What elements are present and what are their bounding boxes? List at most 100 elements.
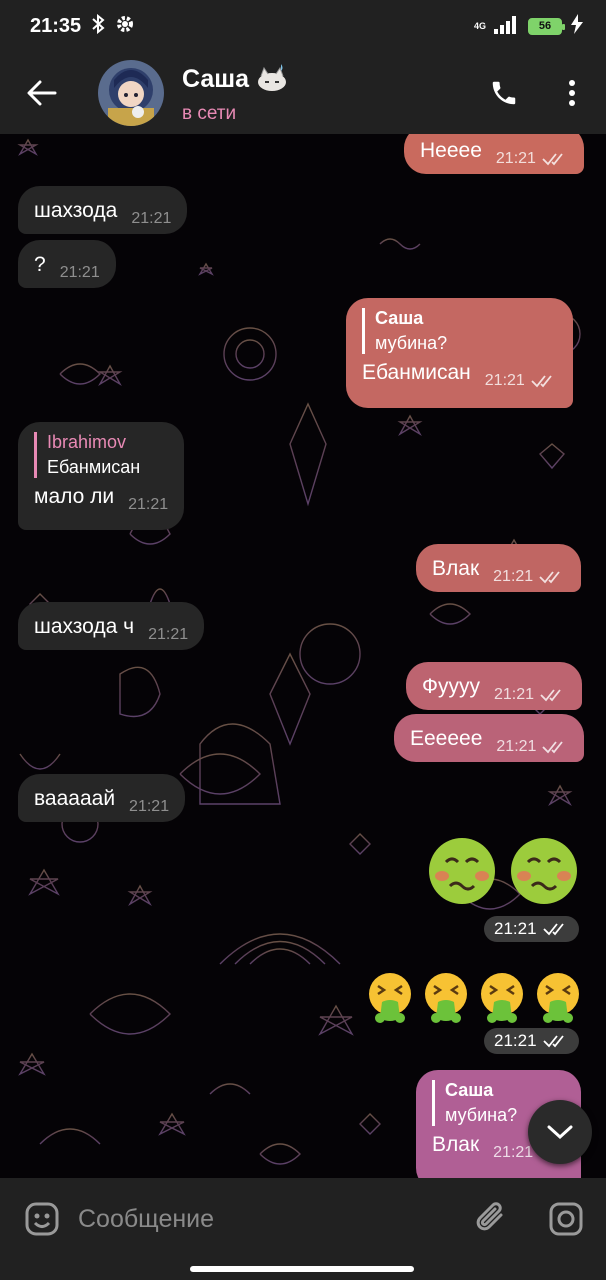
message-incoming[interactable]: шахзода 21:21	[18, 186, 188, 234]
message-meta: 21:21	[485, 372, 557, 390]
message-text: Ееееее	[410, 727, 483, 750]
chat-status: в сети	[182, 102, 237, 124]
message-time: 21:21	[131, 210, 172, 227]
bluetooth-icon	[91, 13, 105, 39]
double-check-icon	[531, 375, 552, 388]
message-composer: Сообщение	[0, 1178, 606, 1280]
chat-header: Саша в сети	[0, 52, 606, 134]
status-left: 21:35	[30, 13, 135, 39]
reply-author: Ibrahimov	[47, 432, 127, 452]
phone-icon	[492, 81, 516, 105]
message-meta: 21:21	[496, 738, 568, 756]
chevron-down-icon	[547, 1125, 573, 1140]
emoji-time-pill: 21:21	[484, 916, 579, 942]
emoji-message-vomiting[interactable]: 🤮🤮🤮🤮	[366, 970, 586, 1026]
message-time: 21:21	[59, 264, 100, 281]
arrow-left-icon	[27, 80, 57, 106]
reply-quote[interactable]: Саша мубина?	[432, 1080, 517, 1126]
message-outgoing[interactable]: Ееееее 21:21	[394, 714, 585, 762]
reply-author: Саша	[445, 1080, 494, 1100]
message-outgoing[interactable]: Фуууу 21:21	[406, 662, 583, 710]
message-text: вааааай	[34, 787, 116, 810]
scroll-to-bottom-button[interactable]	[528, 1100, 592, 1164]
reply-quote[interactable]: Саша мубина?	[362, 308, 447, 354]
camera-button[interactable]	[544, 1197, 588, 1241]
double-check-icon	[542, 1035, 564, 1048]
message-time: 21:21	[494, 919, 537, 938]
reply-text: Ебанмисан	[47, 457, 141, 477]
message-text: шахзода ч	[34, 615, 135, 638]
chat-title-block[interactable]: Саша в сети	[182, 62, 289, 125]
message-meta: 21:21	[496, 150, 568, 168]
message-time: 21:21	[129, 798, 170, 815]
emoji-time-pill: 21:21	[484, 1028, 579, 1054]
charging-icon	[570, 13, 584, 39]
settings-gear-icon	[115, 14, 135, 39]
message-incoming[interactable]: ? 21:21	[18, 240, 116, 288]
reply-quote[interactable]: Ibrahimov Ебанмисан	[34, 432, 140, 478]
double-check-icon	[542, 923, 564, 936]
message-time: 21:21	[493, 1144, 534, 1161]
message-outgoing[interactable]: Неeee 21:21	[404, 134, 584, 174]
chat-area[interactable]: Неeee 21:21 шахзода 21:21 ? 21:21 Саша м…	[0, 134, 606, 1178]
double-check-icon	[542, 153, 563, 166]
emoji-message-nauseated[interactable]: 🤢🤢	[424, 834, 584, 908]
message-time: 21:21	[484, 372, 525, 389]
reply-author: Саша	[375, 308, 424, 328]
message-incoming[interactable]: шахзода ч 21:21	[18, 602, 205, 650]
more-vert-icon	[569, 80, 575, 106]
message-text: Неeee	[420, 139, 482, 162]
message-time: 21:21	[494, 1031, 537, 1050]
signal-icon	[494, 14, 520, 39]
message-text: шахзода	[34, 199, 118, 222]
status-bar: 21:35 4G 56	[0, 0, 606, 52]
message-text: мало ли	[34, 485, 115, 508]
battery-indicator: 56	[528, 17, 565, 35]
message-meta: 21:21	[148, 626, 188, 644]
avatar[interactable]	[98, 60, 164, 126]
emoji-button[interactable]	[20, 1197, 64, 1241]
more-button[interactable]	[538, 52, 606, 134]
message-text: Ебанмисан	[362, 361, 471, 384]
reply-text: мубина?	[375, 333, 448, 353]
message-incoming[interactable]: вааааай 21:21	[18, 774, 186, 822]
message-meta: 21:21	[129, 798, 169, 816]
double-check-icon	[539, 571, 560, 584]
message-text: Влак	[432, 557, 480, 580]
message-input[interactable]: Сообщение	[78, 1205, 470, 1234]
message-time: 21:21	[496, 738, 537, 755]
message-time: 21:21	[128, 496, 169, 513]
message-meta: 21:21	[493, 568, 565, 586]
message-meta: 21:21	[128, 496, 168, 514]
message-time: 21:21	[493, 568, 534, 585]
message-text: Влак	[432, 1133, 480, 1156]
message-time: 21:21	[148, 626, 189, 643]
network-type: 4G	[473, 20, 486, 31]
back-button[interactable]	[0, 52, 84, 134]
reply-text: мубина?	[445, 1105, 518, 1125]
header-actions	[470, 52, 606, 134]
message-outgoing-reply[interactable]: Саша мубина? Ебанмисан 21:21	[346, 298, 573, 408]
paperclip-icon	[476, 1202, 503, 1231]
smiley-icon	[25, 1202, 59, 1236]
message-text: ?	[34, 253, 46, 276]
home-indicator[interactable]	[190, 1266, 414, 1272]
call-button[interactable]	[470, 52, 538, 134]
nauseated-face-icon	[429, 838, 577, 904]
double-check-icon	[542, 741, 564, 754]
message-text: Фуууу	[422, 675, 480, 698]
status-right: 4G 56	[473, 13, 584, 39]
message-time: 21:21	[495, 150, 536, 167]
cat-sticker-icon	[255, 62, 289, 97]
status-time: 21:35	[30, 14, 82, 37]
message-time: 21:21	[493, 686, 535, 703]
message-meta: 21:21	[494, 686, 566, 704]
double-check-icon	[540, 689, 561, 702]
attach-button[interactable]	[470, 1197, 514, 1241]
chat-title: Саша	[182, 64, 250, 93]
message-meta: 21:21	[131, 210, 171, 228]
message-incoming-reply[interactable]: Ibrahimov Ебанмисан мало ли 21:21	[18, 422, 185, 530]
message-outgoing[interactable]: Влак 21:21	[416, 544, 582, 592]
vomiting-face-icon	[369, 971, 581, 1025]
message-meta: 21:21	[60, 264, 100, 282]
